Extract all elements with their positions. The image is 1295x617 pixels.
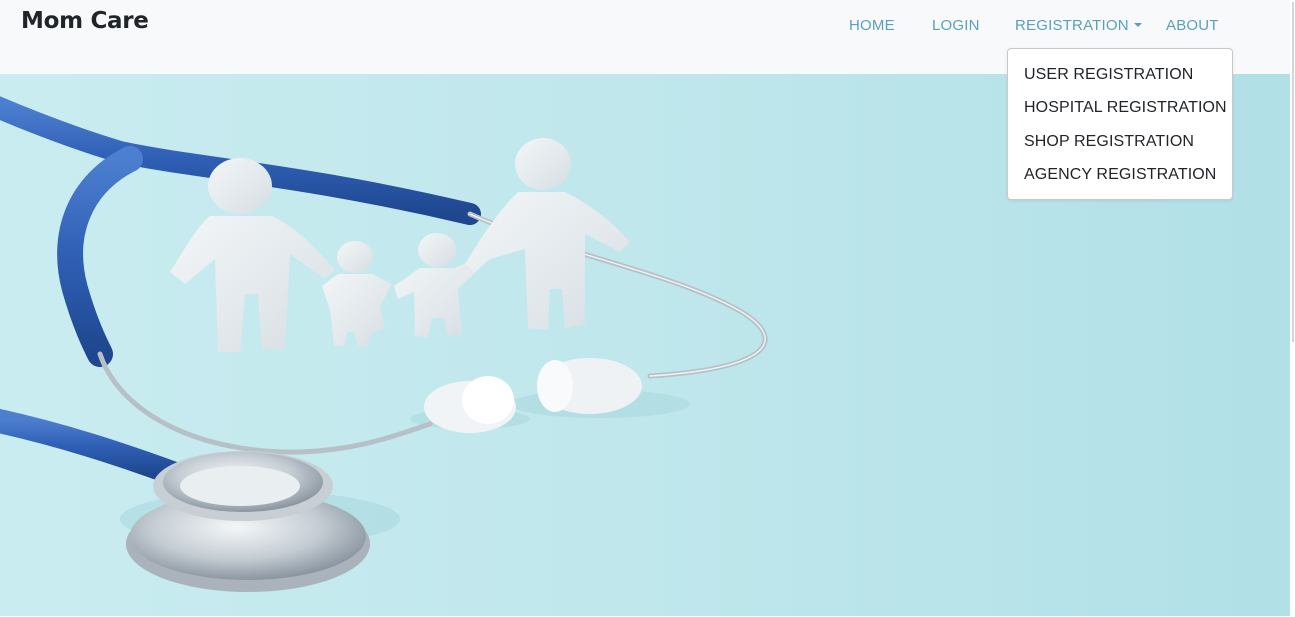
scrollbar-thumb[interactable] bbox=[1292, 2, 1294, 342]
nav-login-link[interactable]: LOGIN bbox=[932, 17, 980, 34]
nav-registration-dropdown-toggle[interactable]: REGISTRATION bbox=[1015, 17, 1142, 34]
caret-down-icon bbox=[1133, 23, 1142, 27]
ear-tip-left bbox=[424, 376, 516, 433]
family-figures bbox=[170, 138, 630, 352]
stethoscope-chestpiece bbox=[126, 451, 370, 592]
user-registration-item[interactable]: USER REGISTRATION bbox=[1024, 66, 1193, 84]
nav-registration-label: REGISTRATION bbox=[1015, 17, 1129, 34]
shop-registration-item[interactable]: SHOP REGISTRATION bbox=[1024, 133, 1194, 151]
ear-tip-right bbox=[537, 358, 642, 414]
registration-dropdown-menu: USER REGISTRATION HOSPITAL REGISTRATION … bbox=[1007, 48, 1233, 200]
nav-about-link[interactable]: ABOUT bbox=[1166, 17, 1219, 34]
hospital-registration-item[interactable]: HOSPITAL REGISTRATION bbox=[1024, 99, 1227, 117]
agency-registration-item[interactable]: AGENCY REGISTRATION bbox=[1024, 166, 1216, 184]
nav-home-link[interactable]: HOME bbox=[849, 17, 895, 34]
brand-logo[interactable]: Mom Care bbox=[21, 8, 149, 34]
